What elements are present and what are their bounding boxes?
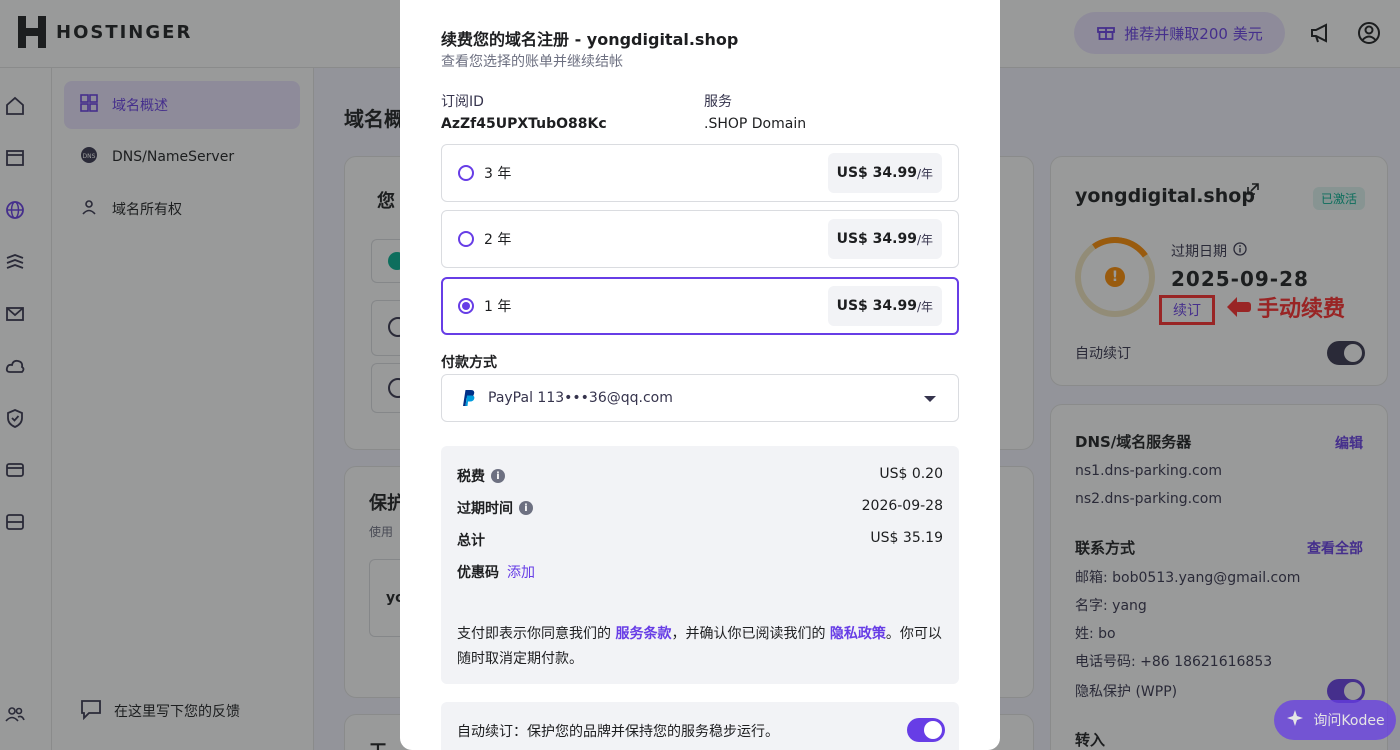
period-option-2y[interactable]: 2 年 US$ 34.99/年 xyxy=(441,210,959,268)
period-option-1y[interactable]: 1 年 US$ 34.99/年 xyxy=(441,277,959,335)
price-tag: US$ 34.99/年 xyxy=(827,219,942,259)
tax-row: 税费 i US$ 0.20 xyxy=(457,466,943,485)
radio-button[interactable] xyxy=(458,165,474,181)
renew-modal: 续费您的域名注册 - yongdigital.shop 查看您选择的账单并继续结… xyxy=(400,0,1000,750)
price-tag: US$ 34.99/年 xyxy=(827,153,942,193)
paypal-icon xyxy=(460,389,476,407)
service-label: 服务 xyxy=(704,94,732,110)
period-label: 3 年 xyxy=(484,166,512,182)
subscription-id: AzZf45UPXTubO88Kc xyxy=(441,116,607,132)
subscription-id-label: 订阅ID xyxy=(441,94,484,110)
new-expiry-value: 2026-09-28 xyxy=(861,498,943,514)
ask-kodee-button[interactable]: 询问Kodee xyxy=(1274,700,1396,740)
privacy-policy-link[interactable]: 隐私政策 xyxy=(830,626,886,642)
tax-value: US$ 0.20 xyxy=(879,466,943,482)
payment-method-value: PayPal 113•••36@qq.com xyxy=(488,390,673,406)
order-summary: 税费 i US$ 0.20 过期时间 i 2026-09-28 总计 US$ 35.… xyxy=(441,446,959,684)
price-tag: US$ 34.99/年 xyxy=(827,286,942,326)
info-icon[interactable]: i xyxy=(491,469,505,483)
radio-button-checked[interactable] xyxy=(458,298,474,314)
terms-text: 支付即表示你同意我们的 服务条款，并确认你已阅读我们的 隐私政策。你可以随时取消… xyxy=(457,626,942,667)
info-icon[interactable]: i xyxy=(519,501,533,515)
sparkle-icon xyxy=(1285,708,1305,732)
total-value: US$ 35.19 xyxy=(870,530,943,546)
total-row: 总计 US$ 35.19 xyxy=(457,530,943,549)
kodee-label: 询问Kodee xyxy=(1313,713,1385,729)
auto-renew-box: 自动续订：保护您的品牌并保持您的服务稳步运行。 xyxy=(441,702,959,750)
service-value: .SHOP Domain xyxy=(704,116,807,132)
chevron-down-icon xyxy=(924,396,936,402)
period-label: 2 年 xyxy=(484,232,512,248)
modal-title: 续费您的域名注册 - yongdigital.shop xyxy=(441,30,739,49)
modal-subtitle: 查看您选择的账单并继续结帐 xyxy=(441,54,623,70)
coupon-row: 优惠码 添加 xyxy=(457,562,943,582)
add-coupon-link[interactable]: 添加 xyxy=(507,562,535,582)
period-label: 1 年 xyxy=(484,299,512,315)
modal-auto-renew-toggle[interactable] xyxy=(907,718,945,742)
payment-method-select[interactable]: PayPal 113•••36@qq.com xyxy=(441,374,959,422)
auto-renew-text: 自动续订：保护您的品牌并保持您的服务稳步运行。 xyxy=(457,724,779,740)
radio-button[interactable] xyxy=(458,231,474,247)
expiry-row: 过期时间 i 2026-09-28 xyxy=(457,498,943,517)
payment-label: 付款方式 xyxy=(441,355,497,371)
terms-of-service-link[interactable]: 服务条款 xyxy=(615,626,671,642)
period-option-3y[interactable]: 3 年 US$ 34.99/年 xyxy=(441,144,959,202)
